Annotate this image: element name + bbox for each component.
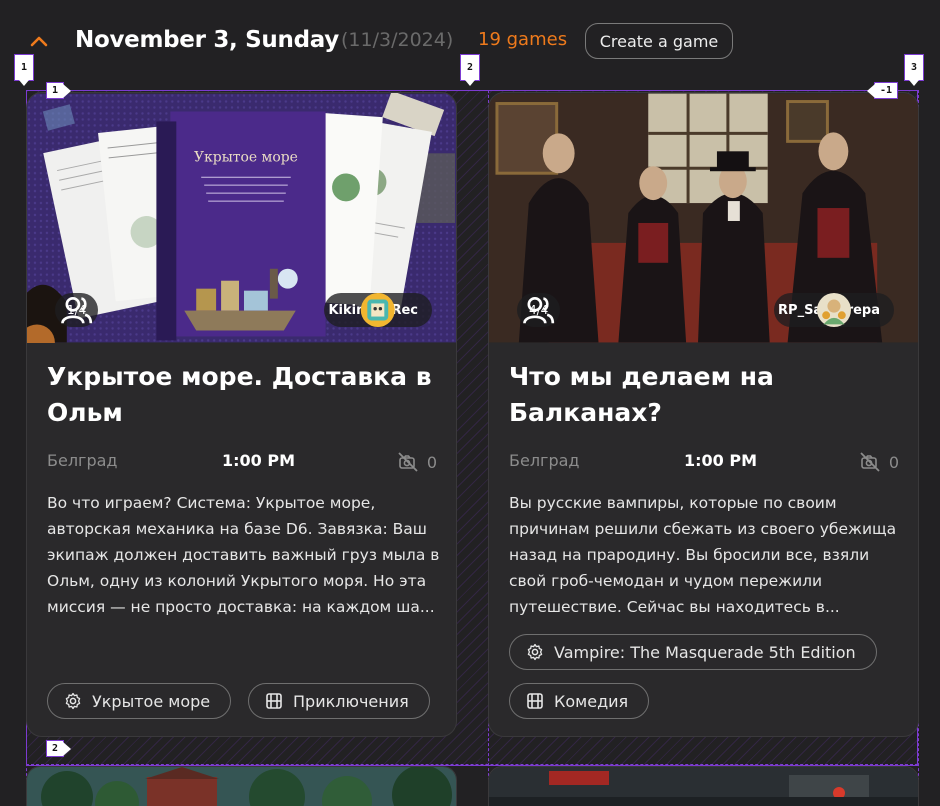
chevron-up-icon[interactable] [28,30,50,52]
game-meta: Белград 1:00 PM 0 [509,451,899,475]
create-game-button[interactable]: Create a game [585,23,733,59]
grid-row-tag: 1 [46,82,72,99]
book-title: Укрытое море [194,149,298,165]
game-description: Во что играем? Система: Укрытое море, ав… [47,494,440,616]
game-cover: Укрытое море 1/4 [27,93,456,343]
date-title: November 3, Sunday [75,27,339,53]
system-tag-label: Укрытое море [92,691,211,711]
game-card-preview[interactable] [488,766,919,806]
gear-icon [65,692,81,710]
restriction-count: 0 [426,452,437,472]
game-title[interactable]: Что мы делаем на Балканах? [509,359,899,431]
players-chip: 1/4 [55,293,99,327]
game-card[interactable]: Укрытое море 1/4 Укрытое море. Доставка … [26,92,457,737]
users-icon [61,296,93,324]
grid-negative-tag: -1 [866,82,899,99]
host-chip[interactable]: RP_Sargarepa [774,293,894,327]
game-cover-image [489,767,918,806]
game-card-preview[interactable] [26,766,457,806]
game-time: 1:00 PM [222,451,296,470]
games-count: 19 games [478,29,568,50]
grid-row-line-2 [26,764,918,765]
game-city: Белград [509,451,580,470]
game-city: Белград [47,451,118,470]
no-camera-icon [398,452,418,472]
genre-tag[interactable]: Комедия [509,683,650,719]
gear-icon [527,643,543,661]
host-chip[interactable]: Kikimor_Rec [324,293,432,327]
genre-tag-label: Приключения [293,691,409,711]
avatar [361,293,396,327]
users-icon [523,296,555,324]
film-icon [527,693,543,709]
restriction-count: 0 [888,452,899,472]
game-card[interactable]: 4/4 RP_Sargarepa Что мы делаем на Балкан… [488,92,919,737]
game-title[interactable]: Укрытое море. Доставка в Ольм [47,359,437,431]
system-tag[interactable]: Vampire: The Masquerade 5th Edition [509,634,877,670]
date-numeric: (11/3/2024) [341,29,454,51]
restriction-indicator: 0 [859,451,899,473]
system-tag-label: Vampire: The Masquerade 5th Edition [554,642,856,662]
grid-column-tag: 3 [904,54,925,86]
system-tag[interactable]: Укрытое море [47,683,232,719]
genre-tag[interactable]: Приключения [248,683,430,719]
game-description: Вы русские вампиры, которые по своим при… [509,494,897,616]
restriction-indicator: 0 [397,451,437,473]
game-cover-image [27,767,456,806]
game-meta: Белград 1:00 PM 0 [47,451,437,475]
game-time: 1:00 PM [684,451,758,470]
film-icon [266,693,282,709]
grid-column-tag: 1 [14,54,35,86]
players-chip: 4/4 [517,293,561,327]
avatar [817,293,852,327]
game-cover: 4/4 RP_Sargarepa [489,93,918,343]
grid-row-tag: 2 [46,740,72,757]
genre-tag-label: Комедия [554,691,629,711]
grid-column-tag: 2 [460,54,481,86]
no-camera-icon [860,452,880,472]
